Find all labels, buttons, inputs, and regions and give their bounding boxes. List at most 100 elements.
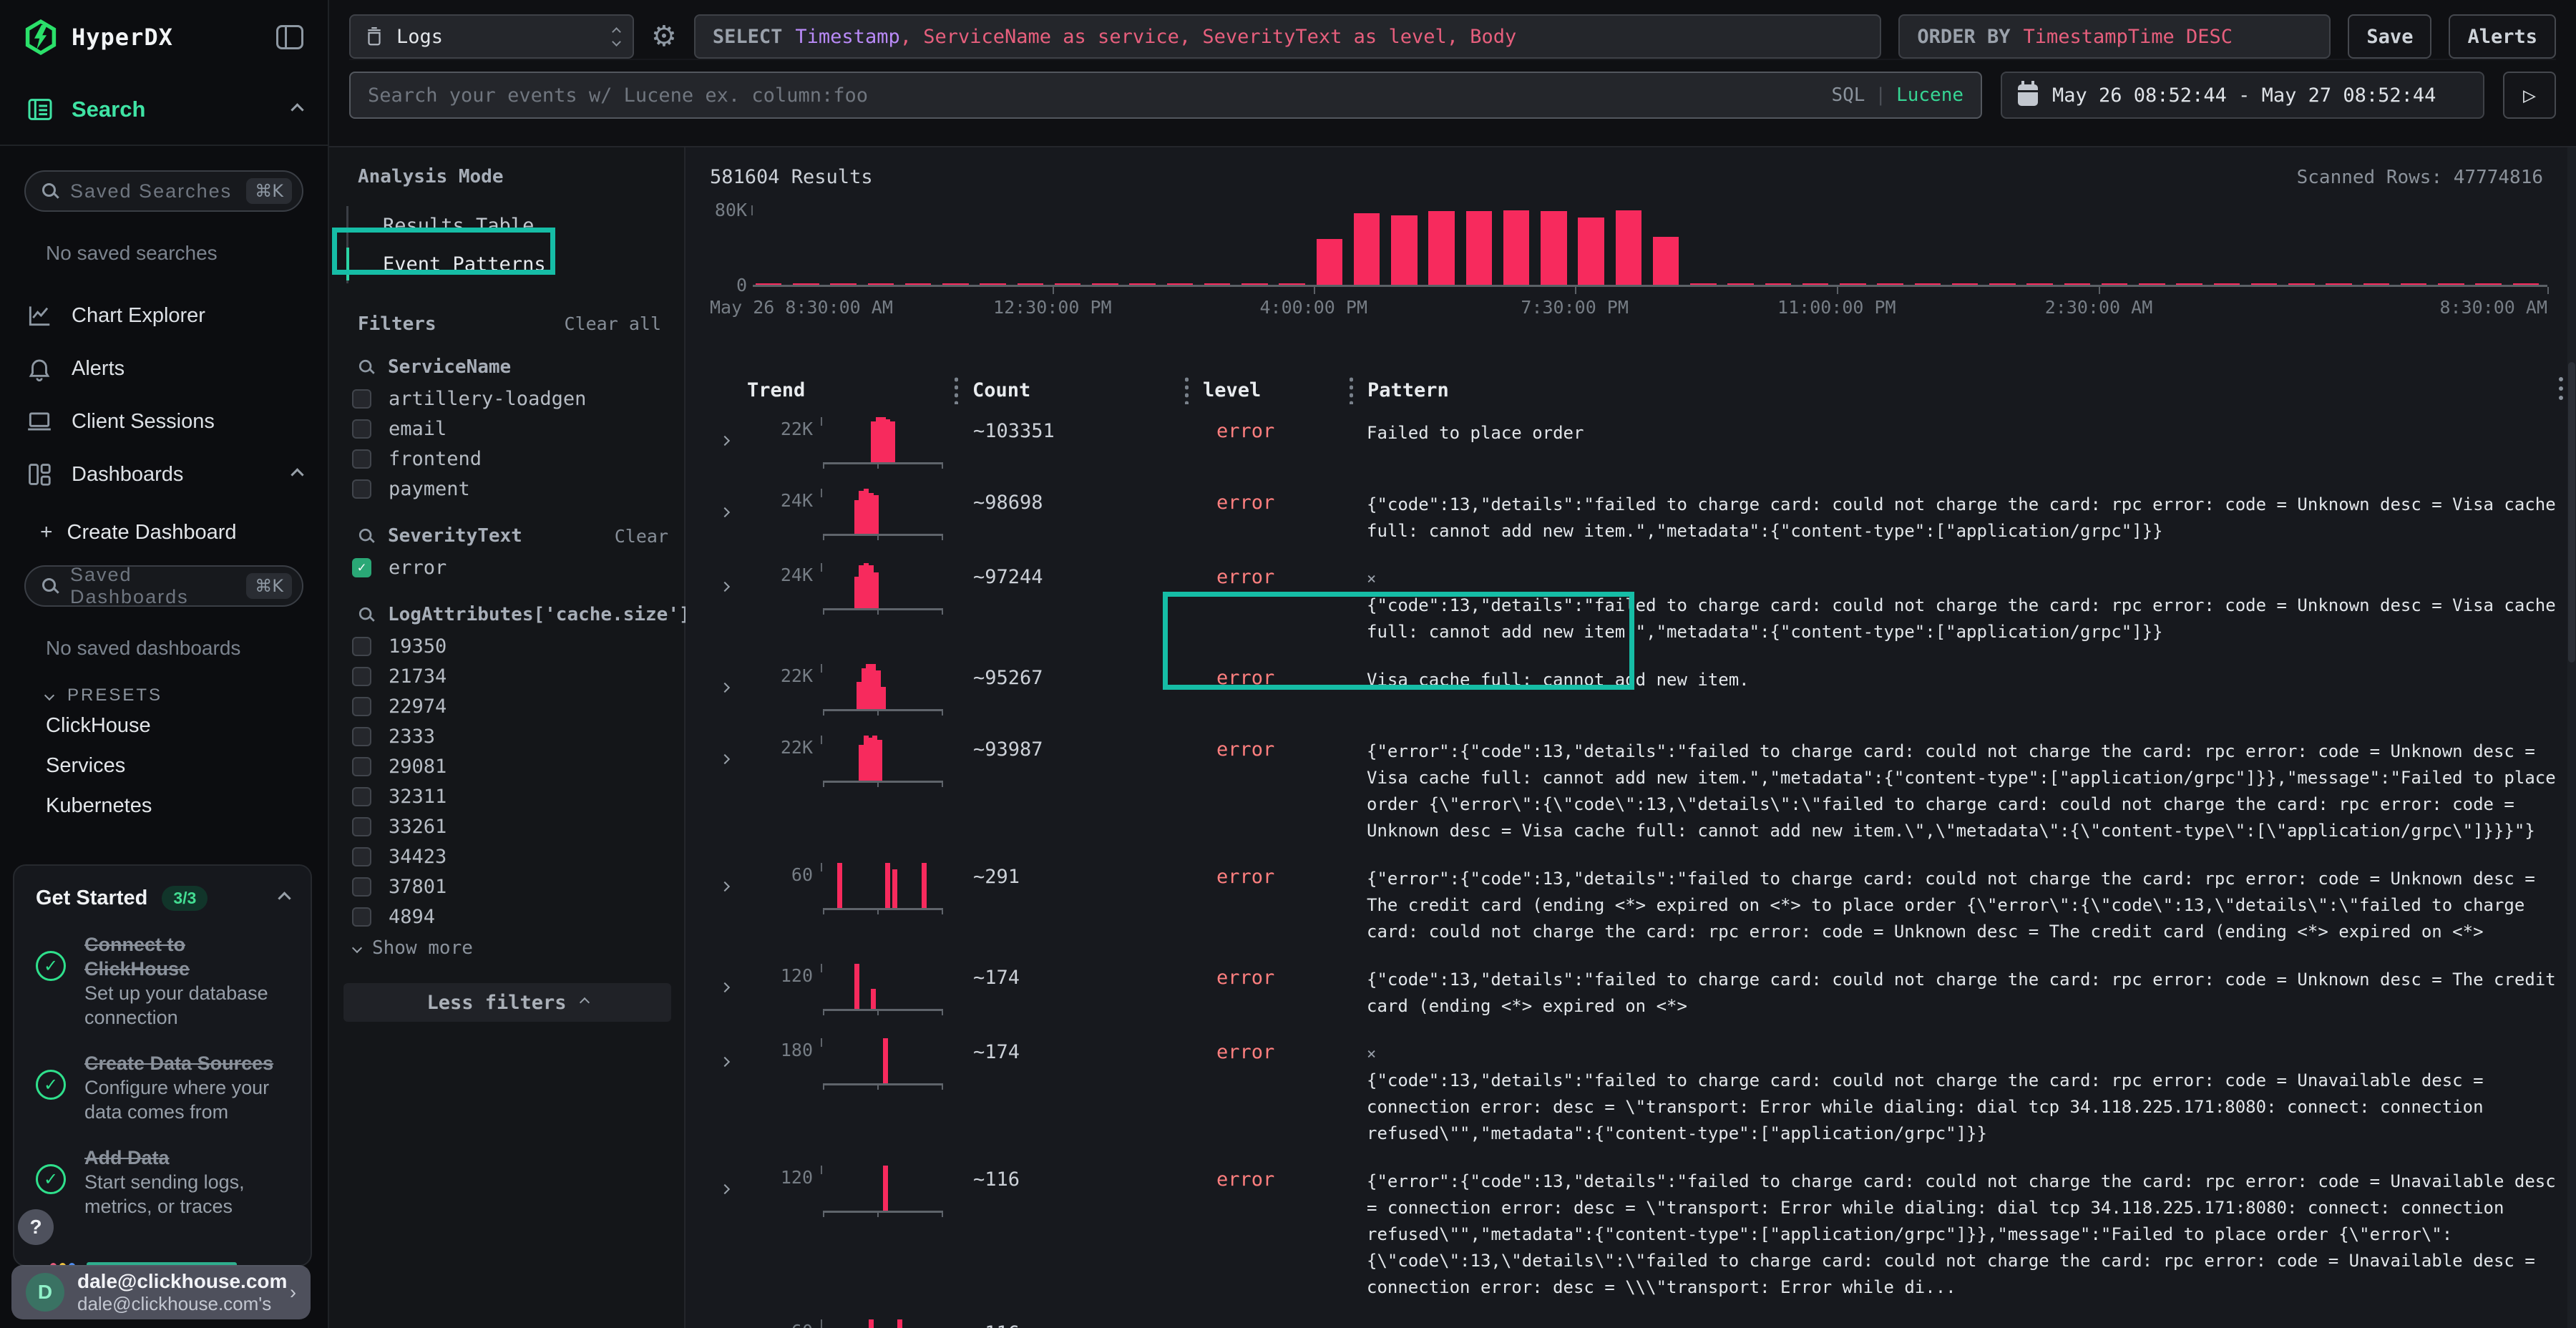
sidebar-item-search[interactable]: Search xyxy=(0,74,328,146)
get-started-step[interactable]: ✓Connect to ClickHouseSet up your databa… xyxy=(36,932,289,1030)
pattern-row[interactable]: 24K~98698error{"code":13,"details":"fail… xyxy=(710,477,2576,552)
filter-option[interactable]: payment xyxy=(346,474,673,504)
mode-sql[interactable]: SQL xyxy=(1831,84,1865,106)
checkbox[interactable] xyxy=(352,847,371,866)
filter-option[interactable]: 29081 xyxy=(346,751,673,781)
save-button[interactable]: Save xyxy=(2348,14,2431,59)
filter-option[interactable]: 19350 xyxy=(346,631,673,661)
get-started-step[interactable]: ✓Create Data SourcesConfigure where your… xyxy=(36,1051,289,1124)
expand-chevron-icon[interactable] xyxy=(720,683,730,693)
preset-clickhouse[interactable]: ClickHouse xyxy=(0,706,328,746)
saved-searches-input[interactable]: Saved Searches ⌘K xyxy=(24,170,303,212)
table-options-menu-icon[interactable] xyxy=(2559,377,2563,400)
mode-lucene[interactable]: Lucene xyxy=(1896,84,1963,106)
chevron-up-icon[interactable] xyxy=(278,892,291,904)
filter-option[interactable]: frontend xyxy=(346,444,673,474)
expand-chevron-icon[interactable] xyxy=(720,507,730,517)
scrollbar[interactable] xyxy=(2567,147,2576,1328)
sidebar-item-client-sessions[interactable]: Client Sessions xyxy=(0,395,328,448)
checkbox[interactable] xyxy=(352,637,371,656)
expand-chevron-icon[interactable] xyxy=(720,982,730,992)
filter-option[interactable]: 4894 xyxy=(346,902,673,932)
get-started-step[interactable]: ✓Add DataStart sending logs, metrics, or… xyxy=(36,1146,289,1219)
filter-option[interactable]: email xyxy=(346,414,673,444)
sidebar-item-chart-explorer[interactable]: Chart Explorer xyxy=(0,289,328,342)
column-resize-handle[interactable] xyxy=(955,376,958,404)
column-header-pattern[interactable]: Pattern xyxy=(1350,376,2559,404)
results-histogram[interactable]: 80K 0 xyxy=(753,200,2547,287)
query-language-switch[interactable]: SQL | Lucene xyxy=(1831,84,1963,106)
checkbox[interactable] xyxy=(352,667,371,686)
show-more-button[interactable]: Show more xyxy=(346,932,673,965)
column-header-level[interactable]: level xyxy=(1185,376,1350,404)
pattern-row[interactable]: 180~174error×{"code":13,"details":"faile… xyxy=(710,1027,2576,1154)
chevron-up-icon[interactable] xyxy=(291,468,303,481)
column-header-count[interactable]: Count xyxy=(955,376,1185,404)
expand-chevron-icon[interactable] xyxy=(720,1057,730,1067)
pattern-row[interactable]: 60~116error×{"code":13,"details":"failed… xyxy=(710,1308,2576,1328)
pattern-text: {"code":13,"details":"failed to charge c… xyxy=(1367,1068,2559,1147)
expand-chevron-icon[interactable] xyxy=(720,754,730,764)
user-menu[interactable]: D dale@clickhouse.com dale@clickhouse.co… xyxy=(11,1265,311,1319)
checkbox[interactable] xyxy=(352,757,371,776)
pattern-row[interactable]: 120~116error{"error":{"code":13,"details… xyxy=(710,1154,2576,1308)
clear-all-button[interactable]: Clear all xyxy=(565,313,661,334)
checkbox[interactable]: ✓ xyxy=(352,558,371,577)
source-settings-gear-icon[interactable]: ⚙ xyxy=(651,22,677,51)
presets-toggle[interactable]: PRESETS xyxy=(46,685,328,706)
sidebar-item-dashboards[interactable]: Dashboards xyxy=(0,448,328,501)
expand-chevron-icon[interactable] xyxy=(720,582,730,592)
checkbox[interactable] xyxy=(352,877,371,897)
pattern-row[interactable]: 120~174error{"code":13,"details":"failed… xyxy=(710,952,2576,1027)
help-button[interactable]: ? xyxy=(18,1209,54,1245)
checkbox[interactable] xyxy=(352,449,371,469)
expand-chevron-icon[interactable] xyxy=(720,436,730,446)
checkbox[interactable] xyxy=(352,419,371,439)
checkbox[interactable] xyxy=(352,817,371,836)
filter-option[interactable]: ✓error xyxy=(346,552,673,582)
mode-results-table[interactable]: Results Table xyxy=(348,206,673,245)
source-select[interactable]: Logs xyxy=(349,14,634,59)
expand-chevron-icon[interactable] xyxy=(720,882,730,892)
filter-option[interactable]: artillery-loadgen xyxy=(346,384,673,414)
search-input[interactable]: Search your events w/ Lucene ex. column:… xyxy=(349,72,1982,119)
pattern-row[interactable]: 22K~103351errorFailed to place order xyxy=(710,406,2576,477)
filter-option[interactable]: 22974 xyxy=(346,691,673,721)
filter-option[interactable]: 21734 xyxy=(346,661,673,691)
column-resize-handle[interactable] xyxy=(1350,376,1353,404)
checkbox[interactable] xyxy=(352,479,371,499)
filter-option[interactable]: 32311 xyxy=(346,781,673,811)
pattern-row[interactable]: 24K~97244error×{"code":13,"details":"fai… xyxy=(710,552,2576,653)
filter-option[interactable]: 34423 xyxy=(346,841,673,872)
time-range-picker[interactable]: May 26 08:52:44 - May 27 08:52:44 xyxy=(2001,72,2484,119)
checkbox[interactable] xyxy=(352,697,371,716)
filter-option[interactable]: 37801 xyxy=(346,872,673,902)
clear-filter-button[interactable]: Clear xyxy=(615,526,668,547)
preset-kubernetes[interactable]: Kubernetes xyxy=(0,786,328,826)
select-columns-input[interactable]: SELECT Timestamp , ServiceName as servic… xyxy=(694,14,1882,59)
scrollbar-thumb[interactable] xyxy=(2568,362,2575,663)
mode-event-patterns[interactable]: Event Patterns xyxy=(348,245,673,283)
filter-option[interactable]: 33261 xyxy=(346,811,673,841)
checkbox[interactable] xyxy=(352,907,371,927)
sidebar-item-alerts[interactable]: Alerts xyxy=(0,342,328,395)
pattern-row[interactable]: 60~291error{"error":{"code":13,"details"… xyxy=(710,851,2576,952)
run-query-button[interactable]: ▷ xyxy=(2503,72,2556,119)
checkbox[interactable] xyxy=(352,389,371,409)
checkbox[interactable] xyxy=(352,727,371,746)
pattern-row[interactable]: 22K~95267errorVisa cache full: cannot ad… xyxy=(710,653,2576,724)
less-filters-button[interactable]: Less filters xyxy=(343,983,671,1022)
alerts-button[interactable]: Alerts xyxy=(2449,14,2556,59)
create-dashboard-button[interactable]: + Create Dashboard xyxy=(0,509,328,555)
chevron-up-icon[interactable] xyxy=(291,103,303,116)
column-header-trend[interactable]: Trend xyxy=(747,379,955,401)
column-resize-handle[interactable] xyxy=(1185,376,1189,404)
sidebar-collapse-icon[interactable] xyxy=(276,25,303,49)
order-by-input[interactable]: ORDER BY TimestampTime DESC xyxy=(1898,14,2331,59)
filter-option[interactable]: 2333 xyxy=(346,721,673,751)
preset-services[interactable]: Services xyxy=(0,746,328,786)
checkbox[interactable] xyxy=(352,787,371,806)
pattern-row[interactable]: 22K~93987error{"error":{"code":13,"detai… xyxy=(710,724,2576,851)
saved-dashboards-input[interactable]: Saved Dashboards ⌘K xyxy=(24,565,303,607)
expand-chevron-icon[interactable] xyxy=(720,1184,730,1194)
